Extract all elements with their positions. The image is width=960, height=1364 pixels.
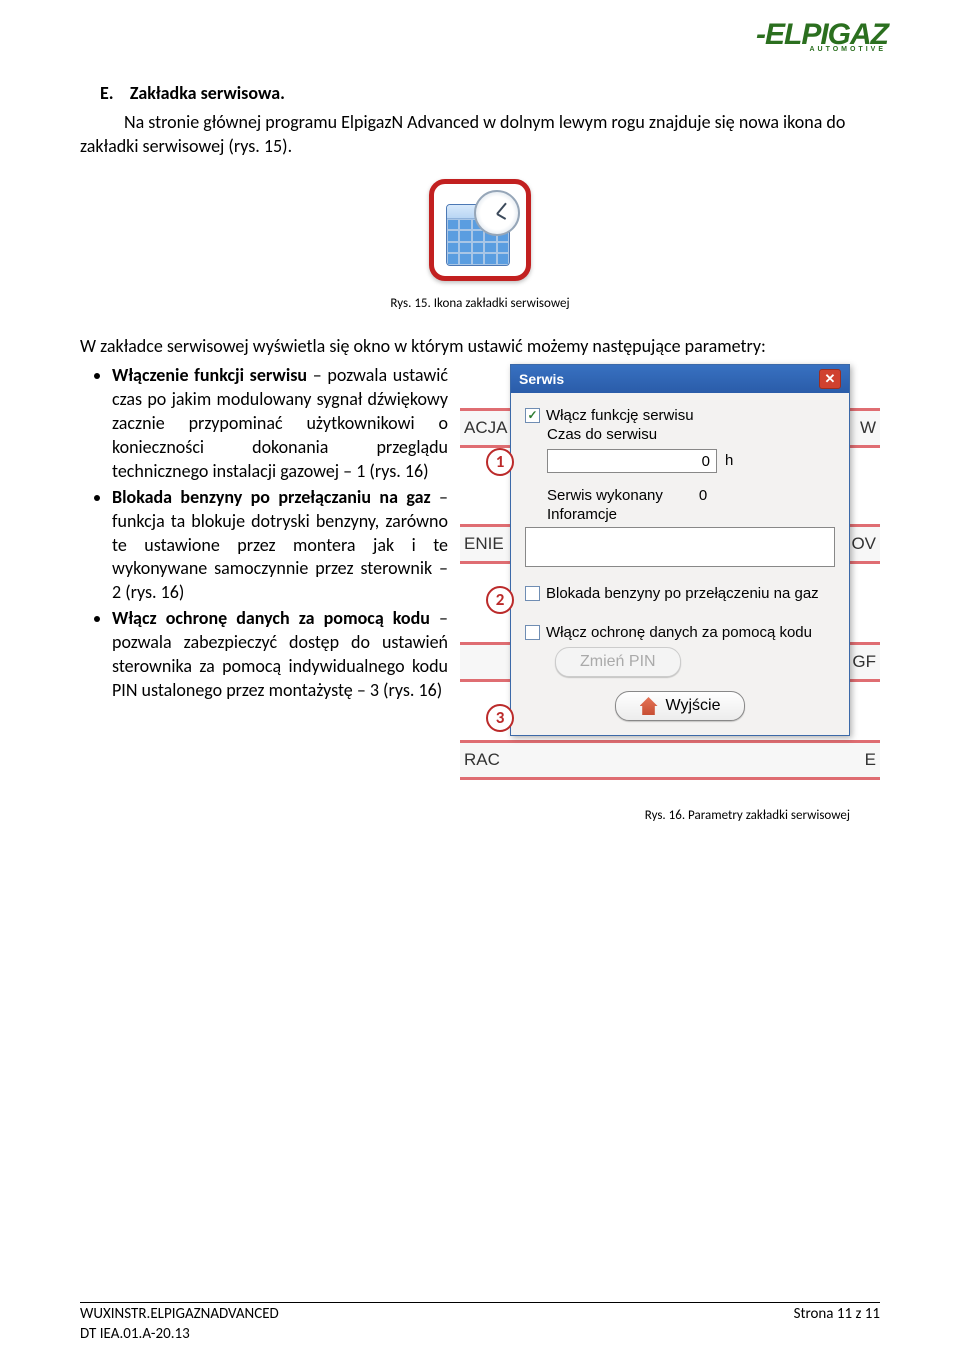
callout-3: 3 xyxy=(486,704,514,732)
section-title: Zakładka serwisowa. xyxy=(130,82,285,104)
exit-button[interactable]: Wyjście xyxy=(615,691,746,721)
checkbox-label: Włącz funkcję serwisu xyxy=(546,407,694,424)
callout-1: 1 xyxy=(486,448,514,476)
bg-tab-text: OV xyxy=(851,534,876,554)
time-unit-label: h xyxy=(725,452,733,469)
checkbox-icon xyxy=(525,408,540,423)
list-item: Włącz ochronę danych za pomocą kodu – po… xyxy=(112,607,448,703)
param-list: Włączenie funkcji serwisu – pozwala usta… xyxy=(112,364,448,703)
list-item: Blokada benzyny po przełączaniu na gaz –… xyxy=(112,486,448,606)
home-icon xyxy=(640,697,658,715)
bg-tab-text: RAC xyxy=(464,750,500,770)
button-label: Wyjście xyxy=(666,697,721,715)
bg-tab-text: GF xyxy=(852,652,876,672)
checkbox-label: Włącz ochronę danych za pomocą kodu xyxy=(546,624,812,641)
change-pin-button[interactable]: Zmień PIN xyxy=(555,647,681,677)
checkbox-icon xyxy=(525,625,540,640)
service-tab-icon xyxy=(429,179,531,281)
page-footer: WUXINSTR.ELPIGAZNADVANCED DT IEA.01.A-20… xyxy=(80,1302,880,1344)
section-marker: E. xyxy=(100,82,114,104)
intro-text: Na stronie głównej programu ElpigazN Adv… xyxy=(80,111,845,157)
dialog-titlebar: Serwis ✕ xyxy=(511,365,849,393)
service-dialog: Serwis ✕ Włącz funkcję serwisu Czas do s… xyxy=(510,364,850,736)
figure-15-caption: Rys. 15. Ikona zakładki serwisowej xyxy=(80,296,880,311)
button-label: Zmień PIN xyxy=(580,653,656,671)
info-textarea[interactable] xyxy=(525,527,835,567)
bg-tab-text: E xyxy=(865,750,876,770)
checkbox-icon xyxy=(525,586,540,601)
service-done-label: Serwis wykonany xyxy=(547,487,663,504)
section-heading: E. Zakładka serwisowa. xyxy=(100,82,880,104)
figure-16: ACJA W ENIE OV GF RAC E Serwis ✕ Włącz funk… xyxy=(460,364,880,823)
intro-paragraph: Na stronie głównej programu ElpigazN Adv… xyxy=(80,110,880,159)
service-done-value: 0 xyxy=(699,487,707,504)
callout-2: 2 xyxy=(486,586,514,614)
clock-icon xyxy=(474,190,520,236)
bullet-bold: Włącz ochronę danych za pomocą kodu xyxy=(112,607,430,629)
bg-tab-text: W xyxy=(860,418,876,438)
footer-doc-id: WUXINSTR.ELPIGAZNADVANCED xyxy=(80,1305,279,1325)
list-item: Włączenie funkcji serwisu – pozwala usta… xyxy=(112,364,448,484)
block-petrol-checkbox[interactable]: Blokada benzyny po przełączeniu na gaz xyxy=(525,585,835,602)
subintro-paragraph: W zakładce serwisowej wyświetla się okno… xyxy=(80,335,880,358)
time-to-service-input[interactable]: 0 xyxy=(547,449,717,473)
bullet-bold: Włączenie funkcji serwisu xyxy=(112,364,307,386)
bg-tab-text: ACJA xyxy=(464,418,507,438)
time-to-service-label: Czas do serwisu xyxy=(547,426,835,443)
footer-page-number: Strona 11 z 11 xyxy=(794,1305,880,1344)
checkbox-label: Blokada benzyny po przełączeniu na gaz xyxy=(546,585,819,602)
footer-doc-code: DT IEA.01.A-20.13 xyxy=(80,1325,279,1345)
bullet-bold: Blokada benzyny po przełączaniu na gaz xyxy=(112,486,431,508)
dialog-title: Serwis xyxy=(519,371,564,387)
close-button[interactable]: ✕ xyxy=(819,369,841,389)
info-label: Inforamcje xyxy=(547,506,835,523)
bg-tab-text: ENIE xyxy=(464,534,504,554)
enable-pin-checkbox[interactable]: Włącz ochronę danych za pomocą kodu xyxy=(525,624,835,641)
brand-logo: -ELPIGAZ AUTOMOTIVE xyxy=(756,18,888,53)
enable-service-checkbox[interactable]: Włącz funkcję serwisu xyxy=(525,407,835,424)
